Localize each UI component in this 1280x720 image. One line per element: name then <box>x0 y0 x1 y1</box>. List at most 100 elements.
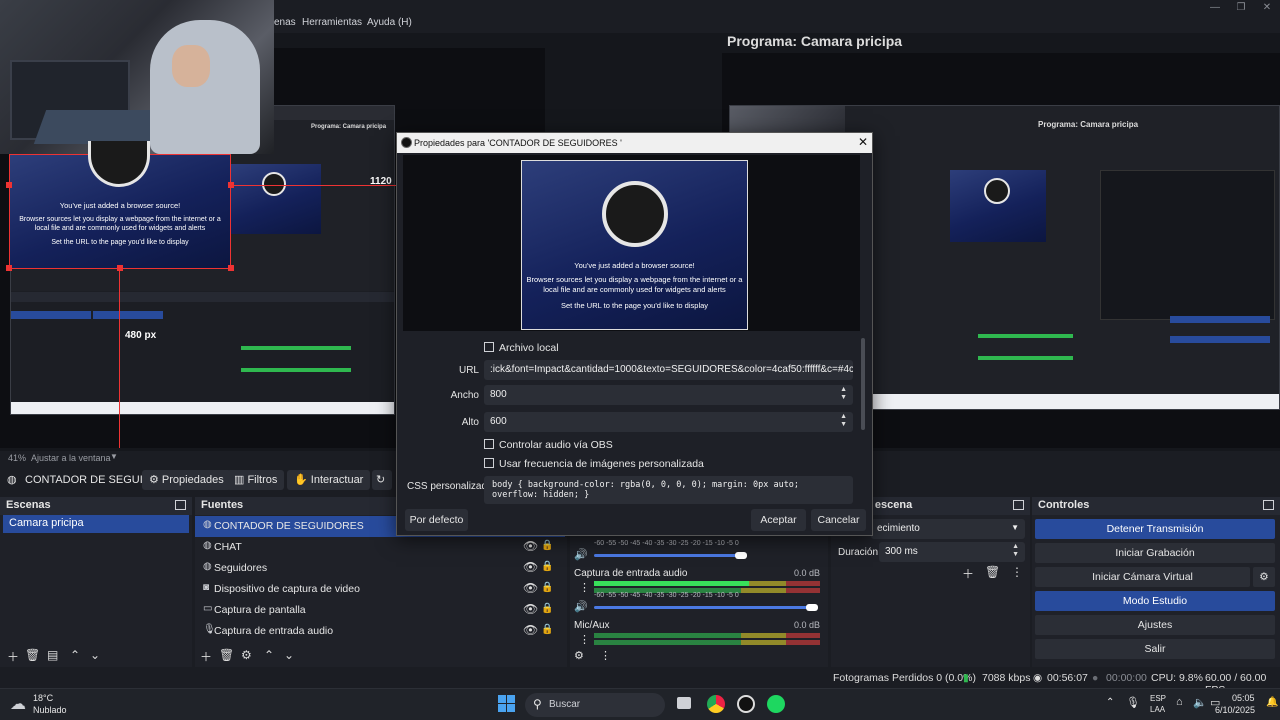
obs-icon[interactable] <box>737 695 755 713</box>
stop-streaming-button[interactable]: Detener Transmisión <box>1035 519 1275 539</box>
settings-button[interactable]: Ajustes <box>1035 615 1275 635</box>
volume-icon[interactable]: 🔊 <box>574 548 588 561</box>
css-input[interactable]: body { background-color: rgba(0, 0, 0, 0… <box>484 476 853 504</box>
menu-dots-icon[interactable]: ⋮ <box>600 649 611 662</box>
stepper-icon[interactable]: ▲ ▼ <box>1012 543 1019 559</box>
close-icon[interactable]: ✕ <box>858 135 868 149</box>
gear-icon[interactable]: ⚙ <box>574 649 584 662</box>
scene-item[interactable]: Camara pricipa <box>3 515 189 533</box>
source-item[interactable]: ◍ Seguidores 👁 🔒 <box>195 558 565 579</box>
properties-button[interactable]: ⚙ Propiedades <box>142 470 231 490</box>
start-recording-button[interactable]: Iniciar Grabación <box>1035 543 1275 563</box>
add-source-icon[interactable]: ＋ <box>200 648 212 665</box>
trash-icon[interactable]: 🗑 <box>219 648 234 662</box>
source-item[interactable]: ◍ CHAT 👁 🔒 <box>195 537 565 558</box>
tray-chevron-icon[interactable]: ⌃ <box>1106 697 1114 708</box>
resize-handle-bottom-left[interactable] <box>6 265 12 271</box>
add-transition-icon[interactable]: ＋ <box>962 565 974 582</box>
task-view-icon[interactable] <box>677 697 691 709</box>
gear-icon[interactable]: ⚙ <box>241 648 252 662</box>
move-up-icon[interactable]: ⌃ <box>70 648 80 662</box>
lock-icon[interactable]: 🔒 <box>541 561 553 572</box>
add-scene-icon[interactable]: ＋ <box>7 648 19 665</box>
volume-slider-knob[interactable] <box>806 604 818 611</box>
minimize-icon[interactable]: — <box>1202 0 1228 15</box>
clock-date[interactable]: 6/10/2025 <box>1215 705 1255 715</box>
notification-icon[interactable]: 🔔 <box>1266 697 1278 708</box>
spotify-icon[interactable] <box>767 695 785 713</box>
stepper-icon[interactable]: ▲ ▼ <box>840 386 847 402</box>
height-input[interactable]: 600 ▲ ▼ <box>484 412 853 432</box>
trash-icon[interactable]: 🗑 <box>25 648 40 662</box>
volume-slider-knob[interactable] <box>735 552 747 559</box>
popout-icon[interactable] <box>1013 500 1024 510</box>
lock-icon[interactable]: 🔒 <box>541 582 553 593</box>
trash-icon[interactable]: 🗑 <box>985 565 1000 579</box>
defaults-button[interactable]: Por defecto <box>405 509 468 531</box>
lang-secondary[interactable]: LAA <box>1150 705 1165 714</box>
chrome-icon[interactable] <box>707 695 725 713</box>
eye-icon[interactable]: 👁 <box>523 581 538 595</box>
selected-browser-source[interactable]: You've just added a browser source! Brow… <box>6 141 234 271</box>
menu-ayuda[interactable]: Ayuda (H) <box>367 17 412 28</box>
filters-button[interactable]: ▥ Filtros <box>227 470 285 490</box>
speaker-icon[interactable]: 🔈 <box>1193 696 1207 709</box>
menu-dots-icon[interactable]: ⋮ <box>579 581 590 594</box>
width-input[interactable]: 800 ▲ ▼ <box>484 385 853 405</box>
resize-handle-bottom-right[interactable] <box>228 265 234 271</box>
duration-input[interactable]: 300 ms ▲ ▼ <box>879 542 1025 562</box>
local-file-checkbox[interactable]: Archivo local <box>484 342 559 354</box>
virtual-camera-settings-button[interactable]: ⚙ <box>1253 567 1275 587</box>
zoom-fit-select[interactable]: Ajustar a la ventana <box>31 453 111 463</box>
maximize-icon[interactable]: ❐ <box>1228 0 1254 15</box>
channel-db: 0.0 dB <box>794 620 821 630</box>
network-icon[interactable]: ⌂ <box>1176 696 1183 708</box>
resize-handle-left[interactable] <box>6 182 12 188</box>
clock-time[interactable]: 05:05 <box>1232 693 1255 703</box>
dialog-scrollbar[interactable] <box>861 338 865 430</box>
lock-icon[interactable]: 🔒 <box>541 624 553 635</box>
menu-dots-icon[interactable]: ⋮ <box>1011 565 1023 579</box>
eye-icon[interactable]: 👁 <box>523 623 538 637</box>
guide-label-480: 480 px <box>125 330 157 341</box>
interact-button[interactable]: ✋ Interactuar <box>287 470 371 490</box>
move-down-icon[interactable]: ⌄ <box>90 648 100 662</box>
url-input[interactable]: :ick&font=Impact&cantidad=1000&texto=SEG… <box>484 360 853 380</box>
taskbar-search[interactable]: ⚲ Buscar <box>525 693 665 717</box>
cancel-button[interactable]: Cancelar <box>811 509 866 531</box>
lang-primary[interactable]: ESP <box>1150 694 1166 703</box>
studio-mode-button[interactable]: Modo Estudio <box>1035 591 1275 611</box>
refresh-button[interactable]: ↻ <box>372 470 392 490</box>
source-item[interactable]: ▭ Captura de pantalla 👁 🔒 <box>195 600 565 621</box>
volume-slider[interactable] <box>594 554 746 557</box>
custom-fps-checkbox[interactable]: Usar frecuencia de imágenes personalizad… <box>484 458 704 470</box>
popout-icon[interactable] <box>1263 500 1274 510</box>
volume-icon[interactable]: 🔊 <box>574 600 588 613</box>
chevron-down-icon[interactable]: ▼ <box>110 452 118 461</box>
eye-icon[interactable]: 👁 <box>523 602 538 616</box>
windows-start-icon[interactable] <box>498 695 516 713</box>
scene-filters-icon[interactable]: ▤ <box>47 648 58 662</box>
lock-icon[interactable]: 🔒 <box>541 540 553 551</box>
resize-handle-bottom[interactable] <box>117 265 123 271</box>
move-up-icon[interactable]: ⌃ <box>264 648 274 662</box>
start-virtual-camera-button[interactable]: Iniciar Cámara Virtual <box>1035 567 1250 587</box>
menu-herramientas[interactable]: Herramientas <box>302 17 362 28</box>
menu-dots-icon[interactable]: ⋮ <box>579 633 590 646</box>
move-down-icon[interactable]: ⌄ <box>284 648 294 662</box>
exit-button[interactable]: Salir <box>1035 639 1275 659</box>
source-item[interactable]: ◙ Dispositivo de captura de video 👁 🔒 <box>195 579 565 600</box>
close-window-icon[interactable]: ✕ <box>1254 0 1280 15</box>
menu-escenas[interactable]: enas <box>274 17 296 28</box>
stepper-icon[interactable]: ▲ ▼ <box>840 413 847 429</box>
popout-icon[interactable] <box>175 500 186 510</box>
eye-icon[interactable]: 👁 <box>523 560 538 574</box>
ok-button[interactable]: Aceptar <box>751 509 806 531</box>
lock-icon[interactable]: 🔒 <box>541 603 553 614</box>
source-item[interactable]: 🎙 Captura de entrada audio 👁 🔒 <box>195 621 565 642</box>
mic-icon[interactable]: 🎙 <box>1126 696 1140 709</box>
transition-select[interactable]: ecimiento ▼ <box>871 519 1025 539</box>
control-audio-checkbox[interactable]: Controlar audio vía OBS <box>484 439 613 451</box>
eye-icon[interactable]: 👁 <box>523 539 538 553</box>
volume-slider[interactable] <box>594 606 814 609</box>
